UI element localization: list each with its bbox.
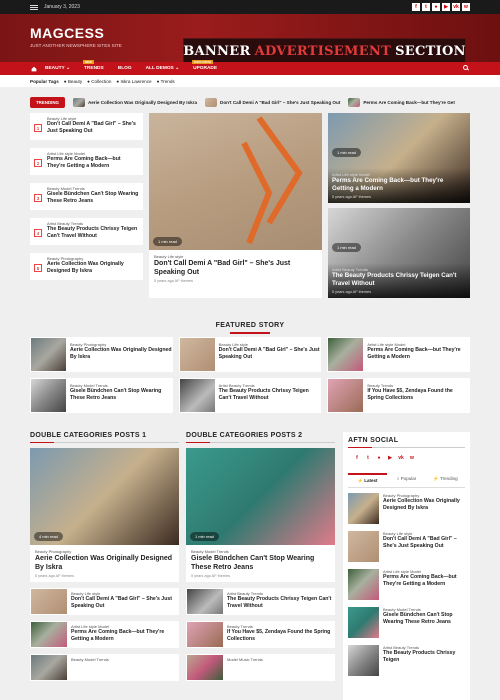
main-feature-post[interactable]: 1 min read Beauty Life style Don't Call … — [149, 113, 322, 298]
youtube-icon[interactable]: ▶ — [387, 455, 393, 461]
trending-ticker: TRENDING Aerie Collection Was Originally… — [30, 95, 470, 110]
featured-item[interactable]: Artist Beauty Trends The Beauty Products … — [178, 378, 322, 413]
tab-latest[interactable]: ⚡ Latest — [348, 473, 387, 487]
trending-label: TRENDING — [30, 97, 65, 108]
tab-trending[interactable]: ⚡ Trending — [426, 473, 465, 487]
trending-item[interactable]: Aerie Collection Was Originally Designed… — [72, 98, 197, 107]
date-label: January 3, 2023 — [44, 4, 80, 10]
list-item[interactable]: Beauty Model Trends — [30, 654, 179, 681]
list-item[interactable]: 5 Beauty Photography Aerie Collection Was … — [30, 253, 143, 280]
nav-trends[interactable]: TRENDS NEW — [77, 60, 111, 71]
featured-item[interactable]: Beauty Trends If You Have $5, Zendaya Fou… — [327, 378, 470, 413]
feature-title[interactable]: Don't Call Demi A "Bad Girl" – She's Jus… — [154, 259, 317, 277]
featured-item[interactable]: Beauty Life style Don't Call Demi A "Bad … — [178, 337, 322, 372]
list-item[interactable]: 2 Artist Life style Model Perms Are Coming… — [30, 148, 143, 175]
sidebar-item[interactable]: Artist Beauty Trends The Beauty Products … — [348, 645, 465, 678]
list-item[interactable]: Artist Life style Model Perms Are Coming … — [30, 621, 179, 648]
banner-ad[interactable]: BANNER ADVERTISEMENT SECTION — [183, 38, 466, 64]
twitter-icon[interactable]: t — [365, 455, 371, 461]
double-categories-1: DOUBLE CATEGORIES POSTS 1 4 min read Bea… — [30, 432, 179, 687]
right-cards: 1 min read Artist Life style Model Perms … — [328, 113, 470, 303]
site-header: MAGCESS JUST ANOTHER NEWSPHERE SITES SIT… — [0, 14, 500, 64]
list-item[interactable]: Model Music Trends — [186, 654, 335, 681]
read-time: 1 min read — [153, 237, 182, 246]
exclusive-badge: EXCLUSIVE — [192, 60, 214, 64]
twitter-icon[interactable]: t — [422, 3, 430, 11]
tag-iskra[interactable]: ● Iskra Lawrence — [116, 79, 151, 84]
double-categories-2: DOUBLE CATEGORIES POSTS 2 1 min read Bea… — [186, 432, 335, 687]
list-item[interactable]: Artist Beauty Trends The Beauty Products … — [186, 588, 335, 615]
list-item[interactable]: 4 Artist Beauty Trends The Beauty Products… — [30, 218, 143, 245]
trending-item[interactable]: Perms Are Coming Back—but They're Get — [348, 98, 455, 107]
nav-all-demos[interactable]: ALL DEMOS ⌄ — [139, 66, 187, 71]
numbered-list: 1 Beauty Life style Don't Call Demi A "Bad… — [30, 113, 143, 288]
popular-tags: Popular Tags ● Beauty ● Collection ● Isk… — [0, 75, 500, 87]
featured-item[interactable]: Artist Life style Model Perms Are Coming … — [327, 337, 470, 372]
sidebar-item[interactable]: Artist Life style Model Perms Are Coming … — [348, 569, 465, 602]
vk-icon[interactable]: vk — [452, 3, 460, 11]
double1-main-image[interactable]: 4 min read — [30, 448, 179, 545]
double2-title[interactable]: Gisele Bündchen Can't Stop Wearing These… — [191, 554, 330, 572]
main-nav: BEAUTY ⌄ TRENDS NEW BLOG ALL DEMOS ⌄ UPGR… — [0, 60, 500, 75]
overlay-card[interactable]: 1 min read Artist Life style Model Perms … — [328, 113, 470, 203]
whatsapp-icon[interactable]: w — [409, 455, 415, 461]
whatsapp-icon[interactable]: w — [462, 3, 470, 11]
facebook-icon[interactable]: f — [354, 455, 360, 461]
top-bar: January 3, 2023 f t ● ▶ vk w — [0, 0, 500, 14]
featured-item[interactable]: Beauty Model Trends Gisele Bündchen Can't… — [30, 378, 173, 413]
double1-title[interactable]: Aerie Collection Was Originally Designed… — [35, 554, 174, 572]
tag-collection[interactable]: ● Collection — [87, 79, 111, 84]
sidebar-item[interactable]: Beauty Life style Don't Call Demi A "Bad … — [348, 531, 465, 564]
double2-main-image[interactable]: 1 min read — [186, 448, 335, 545]
nav-upgrade[interactable]: UPGRADE EXCLUSIVE — [186, 60, 224, 71]
tag-trends[interactable]: ● Trends — [157, 79, 175, 84]
sidebar-item[interactable]: Beauty Photography Aerie Collection Was O… — [348, 493, 465, 526]
nav-blog[interactable]: BLOG — [111, 66, 139, 71]
menu-icon[interactable] — [30, 4, 38, 10]
overlay-card[interactable]: 1 min read Artist Beauty Trends The Beaut… — [328, 208, 470, 298]
list-item[interactable]: 1 Beauty Life style Don't Call Demi A "Bad… — [30, 113, 143, 140]
sidebar-heading: AFTN SOCIAL — [348, 437, 465, 448]
trending-item[interactable]: Don't Call Demi A "Bad Girl" – She's Jus… — [205, 98, 340, 107]
nav-beauty[interactable]: BEAUTY ⌄ — [38, 66, 77, 71]
sidebar-social-icons: f t ● ▶ vk w — [348, 455, 465, 461]
list-item[interactable]: Beauty Life style Don't Call Demi A "Bad … — [30, 588, 179, 615]
vk-icon[interactable]: vk — [398, 455, 404, 461]
featured-story-grid: Beauty Photography Aerie Collection Was O… — [30, 337, 470, 413]
sidebar-item[interactable]: Beauty Model Trends Gisele Bündchen Can't… — [348, 607, 465, 640]
featured-story-heading: FEATURED STORY — [0, 322, 500, 334]
instagram-icon[interactable]: ● — [432, 3, 440, 11]
instagram-icon[interactable]: ● — [376, 455, 382, 461]
youtube-icon[interactable]: ▶ — [442, 3, 450, 11]
tag-beauty[interactable]: ● Beauty — [64, 79, 82, 84]
feature-image[interactable]: 1 min read — [149, 113, 322, 250]
sidebar-tabs: ⚡ Latest ○ Popular ⚡ Trending — [348, 473, 465, 488]
new-badge: NEW — [83, 60, 94, 64]
search-icon[interactable] — [463, 65, 468, 70]
top-social-icons: f t ● ▶ vk w — [412, 3, 470, 11]
list-item[interactable]: Beauty Trends If You Have $5, Zendaya Fou… — [186, 621, 335, 648]
home-icon[interactable] — [30, 62, 38, 75]
featured-item[interactable]: Beauty Photography Aerie Collection Was O… — [30, 337, 173, 372]
facebook-icon[interactable]: f — [412, 3, 420, 11]
sidebar: AFTN SOCIAL f t ● ▶ vk w ⚡ Latest ○ Popu… — [343, 432, 470, 700]
list-item[interactable]: 3 Beauty Model Trends Gisele Bündchen Can'… — [30, 183, 143, 210]
tab-popular[interactable]: ○ Popular — [387, 473, 426, 487]
